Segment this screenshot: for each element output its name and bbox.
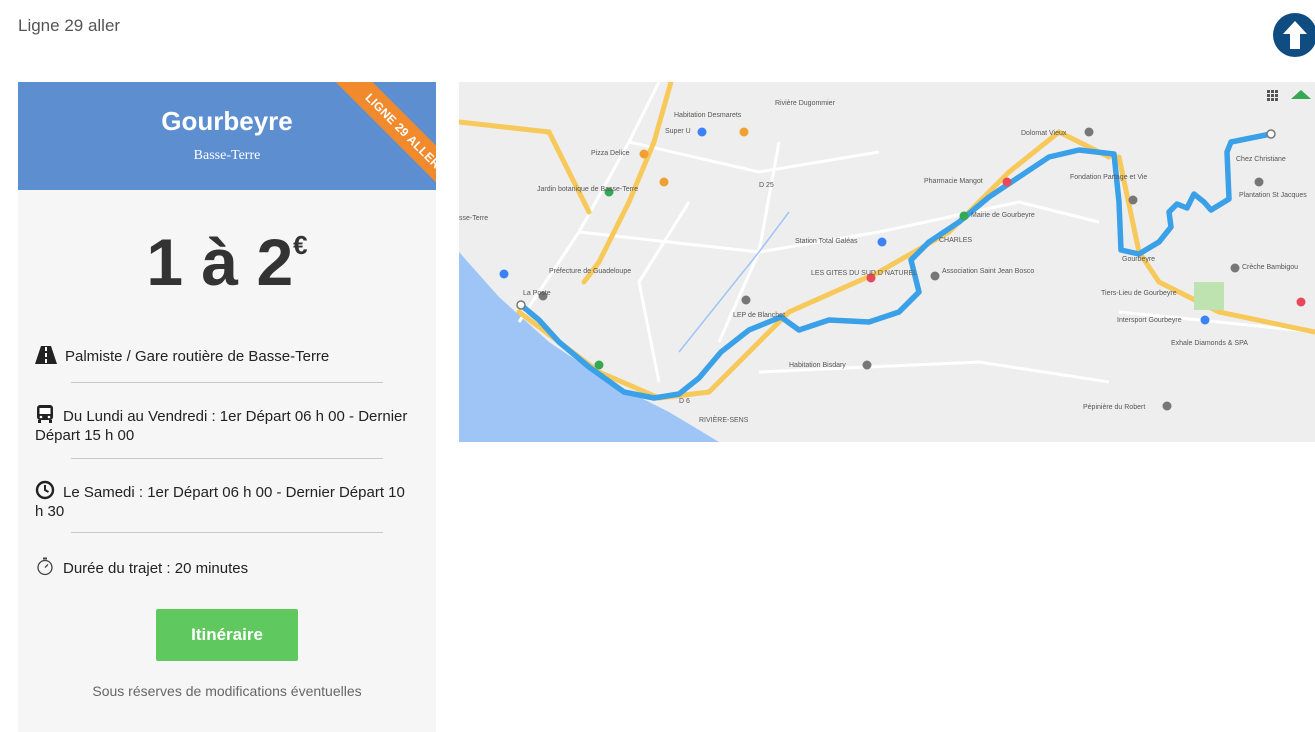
clock-icon	[35, 480, 55, 504]
line-info-card: Gourbeyre Basse-Terre LIGNE 29 ALLER 1 à…	[18, 82, 436, 732]
divider	[71, 382, 383, 383]
map-label: Fondation Partage et Vie	[1070, 174, 1148, 181]
bus-icon	[35, 404, 55, 428]
map-label: Station Total Galéas	[795, 238, 858, 245]
map-label: Intersport Gourbeyre	[1117, 317, 1182, 324]
map-label: Plantation St Jacques	[1239, 192, 1307, 199]
saturday-schedule-row: Le Samedi : 1er Départ 06 h 00 - Dernier…	[35, 480, 415, 520]
route-map[interactable]: Habitation Desmarets Rivière Dugommier S…	[459, 82, 1315, 442]
map-label: Jardin botanique de Basse-Terre	[537, 186, 639, 193]
map-label: Crèche Bambigou	[1242, 264, 1299, 271]
main-roads	[459, 82, 1315, 401]
map-label: Habitation Desmarets	[674, 112, 742, 119]
sea-area	[459, 252, 719, 442]
map-label: Super U	[665, 128, 691, 135]
map-label: Association Saint Jean Bosco	[942, 268, 1035, 275]
map-label: sse-Terre	[459, 215, 489, 222]
map-label: Pépinière du Robert	[1083, 404, 1146, 411]
weekday-schedule-text: Du Lundi au Vendredi : 1er Départ 06 h 0…	[35, 408, 408, 444]
map-label: Pizza Delice	[591, 150, 630, 157]
weekday-schedule-row: Du Lundi au Vendredi : 1er Départ 06 h 0…	[35, 404, 415, 444]
disclaimer-text: Sous réserves de modifications éventuell…	[92, 683, 362, 699]
duration-text: Durée du trajet : 20 minutes	[63, 560, 249, 577]
road-icon	[35, 346, 57, 368]
map-label: Tiers-Lieu de Gourbeyre	[1101, 290, 1177, 297]
arrow-up-icon	[1283, 21, 1307, 49]
map-label: La Poste	[523, 290, 551, 297]
stopwatch-icon	[35, 556, 55, 580]
origin-subtitle: Basse-Terre	[193, 148, 261, 163]
map-label: Pharmacie Mangot	[924, 178, 983, 185]
route-start-marker[interactable]	[516, 300, 526, 310]
map-label: Rivière Dugommier	[775, 100, 835, 107]
divider	[71, 532, 383, 533]
price-currency: €	[293, 230, 308, 260]
map-layer-icon[interactable]	[1291, 90, 1311, 99]
map-label: D 25	[759, 182, 774, 189]
route-end-marker[interactable]	[1266, 129, 1276, 139]
grid-apps-icon[interactable]	[1267, 90, 1278, 101]
saturday-schedule-text: Le Samedi : 1er Départ 06 h 00 - Dernier…	[35, 484, 405, 520]
map-label: LES GITES DU SUD D NATUREL	[811, 270, 918, 277]
scroll-to-top-button[interactable]	[1273, 13, 1315, 57]
map-canvas[interactable]	[459, 82, 1315, 442]
park-area	[1194, 282, 1224, 310]
map-label: LEP de Blanchet	[733, 312, 786, 319]
start-point-row: Palmiste / Gare routière de Basse-Terre	[35, 346, 415, 368]
bus-route-line	[518, 131, 1274, 401]
map-label: Mairie de Gourbeyre	[971, 212, 1035, 219]
itinerary-button[interactable]: Itinéraire	[156, 609, 298, 661]
map-label: Préfecture de Guadeloupe	[549, 268, 632, 275]
divider	[71, 458, 383, 459]
map-label: Chez Christiane	[1236, 156, 1286, 163]
duration-row: Durée du trajet : 20 minutes	[35, 556, 415, 580]
minor-roads	[517, 82, 1315, 384]
map-label: Gourbeyre	[1122, 256, 1156, 263]
map-label: CHARLES	[939, 237, 973, 244]
map-label: Dolomat Vieux	[1021, 130, 1067, 137]
start-point-text: Palmiste / Gare routière de Basse-Terre	[65, 348, 330, 365]
price-value: 1 à 2	[146, 225, 294, 299]
map-label: Exhale Diamonds & SPA	[1171, 340, 1248, 347]
map-label: RIVIÈRE-SENS	[699, 417, 749, 424]
card-header: Gourbeyre Basse-Terre LIGNE 29 ALLER	[18, 82, 436, 190]
breadcrumb: Ligne 29 aller	[18, 16, 121, 35]
map-label: Habitation Bisdary	[789, 362, 846, 369]
fare-price: 1 à 2€	[18, 224, 436, 300]
map-label: D 6	[679, 398, 690, 405]
